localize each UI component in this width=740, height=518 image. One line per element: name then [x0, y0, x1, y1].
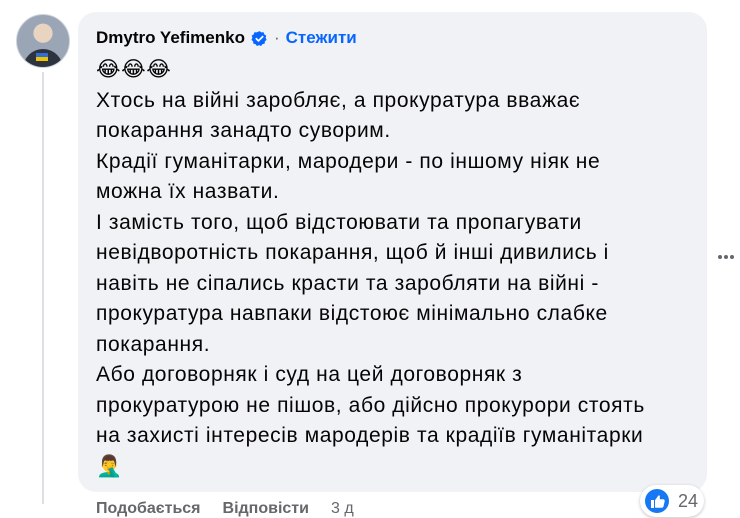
separator-dot: ·: [273, 28, 280, 47]
comment-header: Dmytro Yefimenko · Стежити: [96, 27, 357, 49]
ukraine-flag-icon: [36, 53, 48, 61]
thread-line: [42, 72, 44, 504]
comment-body: 😂😂😂 Хтось на війні заробляє, а прокурату…: [96, 55, 696, 482]
follow-button[interactable]: Стежити: [286, 27, 357, 49]
more-options-icon[interactable]: [716, 247, 736, 267]
comment-text: Хтось на війні заробляє, а прокуратура в…: [96, 88, 645, 448]
comment-actions: Подобається Відповісти 3 д: [96, 500, 354, 518]
comment-timestamp[interactable]: 3 д: [331, 500, 354, 518]
verified-badge-icon: [251, 30, 267, 46]
emoji-line: 😂😂😂: [96, 58, 172, 81]
reactions-summary[interactable]: 24: [640, 485, 705, 517]
like-reaction-icon: [645, 489, 669, 513]
author-name[interactable]: Dmytro Yefimenko: [96, 27, 245, 49]
reaction-count: 24: [678, 490, 699, 511]
avatar[interactable]: [16, 14, 70, 68]
trailing-emoji: 🤦‍♂️: [96, 454, 123, 478]
like-button[interactable]: Подобається: [96, 500, 201, 518]
reply-button[interactable]: Відповісти: [223, 500, 309, 518]
